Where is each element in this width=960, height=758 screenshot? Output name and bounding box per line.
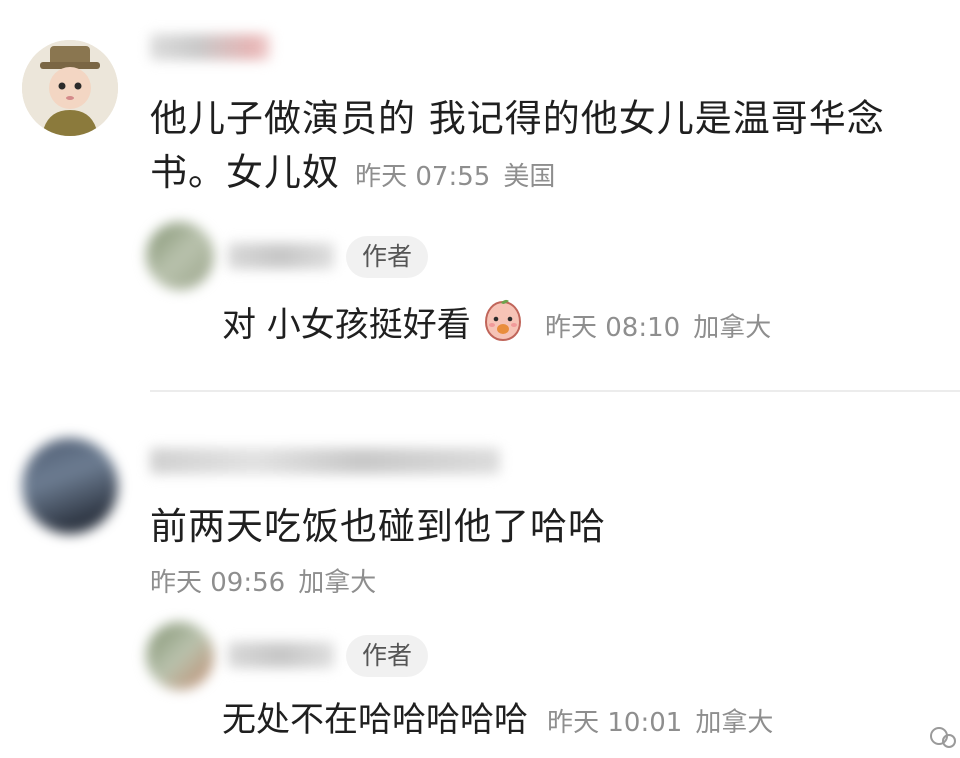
- comment-text-line-2: 书。女儿奴: [150, 151, 340, 194]
- username-blurred[interactable]: [150, 448, 500, 474]
- peach-sticker-icon: [480, 298, 526, 348]
- avatar[interactable]: [22, 40, 118, 136]
- comment-meta: 昨天 09:56 加拿大: [150, 562, 376, 599]
- comment-time: 昨天 07:55: [355, 162, 491, 192]
- reply-location: 加拿大: [693, 313, 772, 343]
- comment-text: 前两天吃饭也碰到他了哈哈: [150, 505, 606, 548]
- author-badge: 作者: [346, 635, 429, 677]
- comment-location: 美国: [503, 162, 556, 192]
- divider: [150, 390, 960, 392]
- reply-time: 昨天 08:10: [545, 313, 681, 343]
- comment-location: 加拿大: [298, 568, 377, 598]
- reply-text: 对 小女孩挺好看: [222, 305, 471, 345]
- comment-time: 昨天 09:56: [150, 568, 286, 598]
- reply-line: 无处不在哈哈哈哈哈 昨天 10:01 加拿大: [222, 698, 773, 742]
- avatar[interactable]: [22, 438, 118, 534]
- watermark-icon: [928, 724, 958, 756]
- comment-line-2: 书。女儿奴 昨天 07:55 美国: [150, 146, 555, 200]
- reply-text: 无处不在哈哈哈哈哈: [222, 700, 528, 740]
- reply-avatar[interactable]: [146, 622, 214, 690]
- author-badge: 作者: [346, 236, 429, 278]
- avatar-photo: [22, 40, 118, 136]
- reply-username-blurred[interactable]: [228, 642, 334, 668]
- comment-text-line-1: 他儿子做演员的 我记得的他女儿是温哥华念: [150, 97, 885, 140]
- reply-line: 对 小女孩挺好看 昨天 08:10 加拿大: [222, 298, 771, 348]
- reply-avatar[interactable]: [146, 222, 214, 290]
- reply-location: 加拿大: [695, 708, 774, 738]
- reply-time: 昨天 10:01: [547, 708, 683, 738]
- reply-username-blurred[interactable]: [228, 243, 334, 269]
- username-blurred[interactable]: [150, 34, 270, 60]
